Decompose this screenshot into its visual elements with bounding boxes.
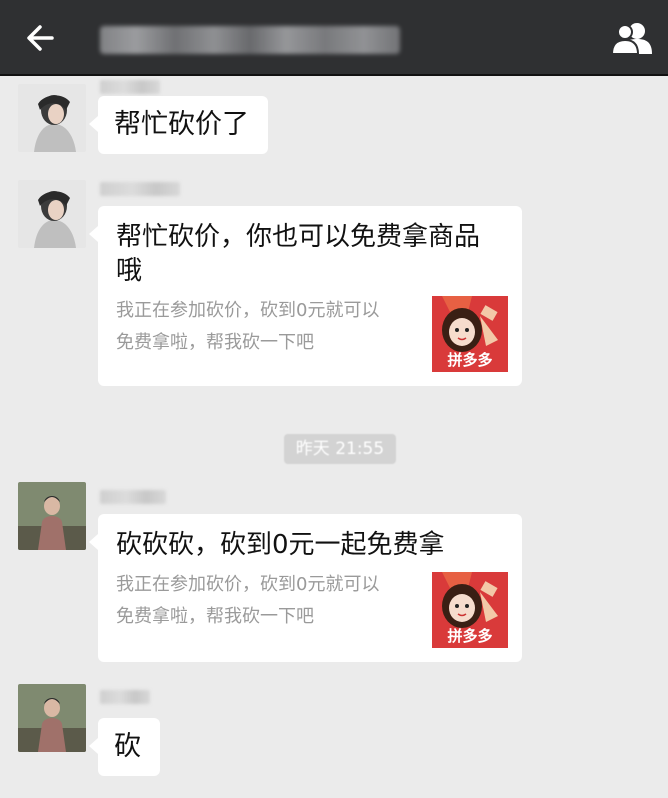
- pinduoduo-label: 拼多多: [447, 351, 493, 369]
- card-description-continued: 免费拿啦，帮我砍一下吧: [116, 606, 314, 627]
- message-bubble[interactable]: 砍: [89, 718, 160, 776]
- avatar[interactable]: [18, 684, 86, 752]
- sender-name: [100, 182, 180, 196]
- sender-name: [100, 690, 150, 704]
- message-text: 砍: [114, 731, 141, 762]
- card-description: 我正在参加砍价，砍到0元就可以: [116, 300, 380, 321]
- link-card-bubble[interactable]: 砍砍砍，砍到0元一起免费拿 我正在参加砍价，砍到0元就可以 免费拿啦，帮我砍一下…: [89, 514, 522, 662]
- timestamp-divider: 昨天 21:55: [284, 434, 396, 464]
- avatar[interactable]: [18, 482, 86, 550]
- link-card-bubble[interactable]: 帮忙砍价，你也可以免费拿商品 哦 我正在参加砍价，砍到0元就可以 免费拿啦，帮我…: [89, 206, 522, 386]
- pinduoduo-thumbnail: 拼多多: [432, 296, 508, 372]
- card-description: 我正在参加砍价，砍到0元就可以: [116, 574, 380, 595]
- sender-name: [100, 490, 166, 504]
- avatar[interactable]: [18, 180, 86, 248]
- card-title-continued: 哦: [116, 256, 143, 286]
- card-title: 帮忙砍价，你也可以免费拿商品: [116, 222, 481, 252]
- group-members-icon[interactable]: [610, 20, 656, 56]
- card-title: 砍砍砍，砍到0元一起免费拿: [116, 530, 445, 560]
- avatar[interactable]: [18, 84, 86, 152]
- chat-header: [0, 0, 668, 76]
- message-bubble[interactable]: 帮忙砍价了: [89, 96, 268, 154]
- sender-name: [100, 80, 160, 94]
- message-text: 帮忙砍价了: [114, 109, 249, 140]
- chat-message-list[interactable]: 帮忙砍价了 帮忙砍价，你也可以免费拿商品 哦 我正在参加砍价，砍到0元就可以 免…: [0, 78, 668, 798]
- card-description-continued: 免费拿啦，帮我砍一下吧: [116, 332, 314, 353]
- chat-title: [100, 26, 400, 54]
- arrow-left-icon[interactable]: [22, 20, 62, 56]
- pinduoduo-label: 拼多多: [447, 627, 493, 645]
- pinduoduo-thumbnail: 拼多多: [432, 572, 508, 648]
